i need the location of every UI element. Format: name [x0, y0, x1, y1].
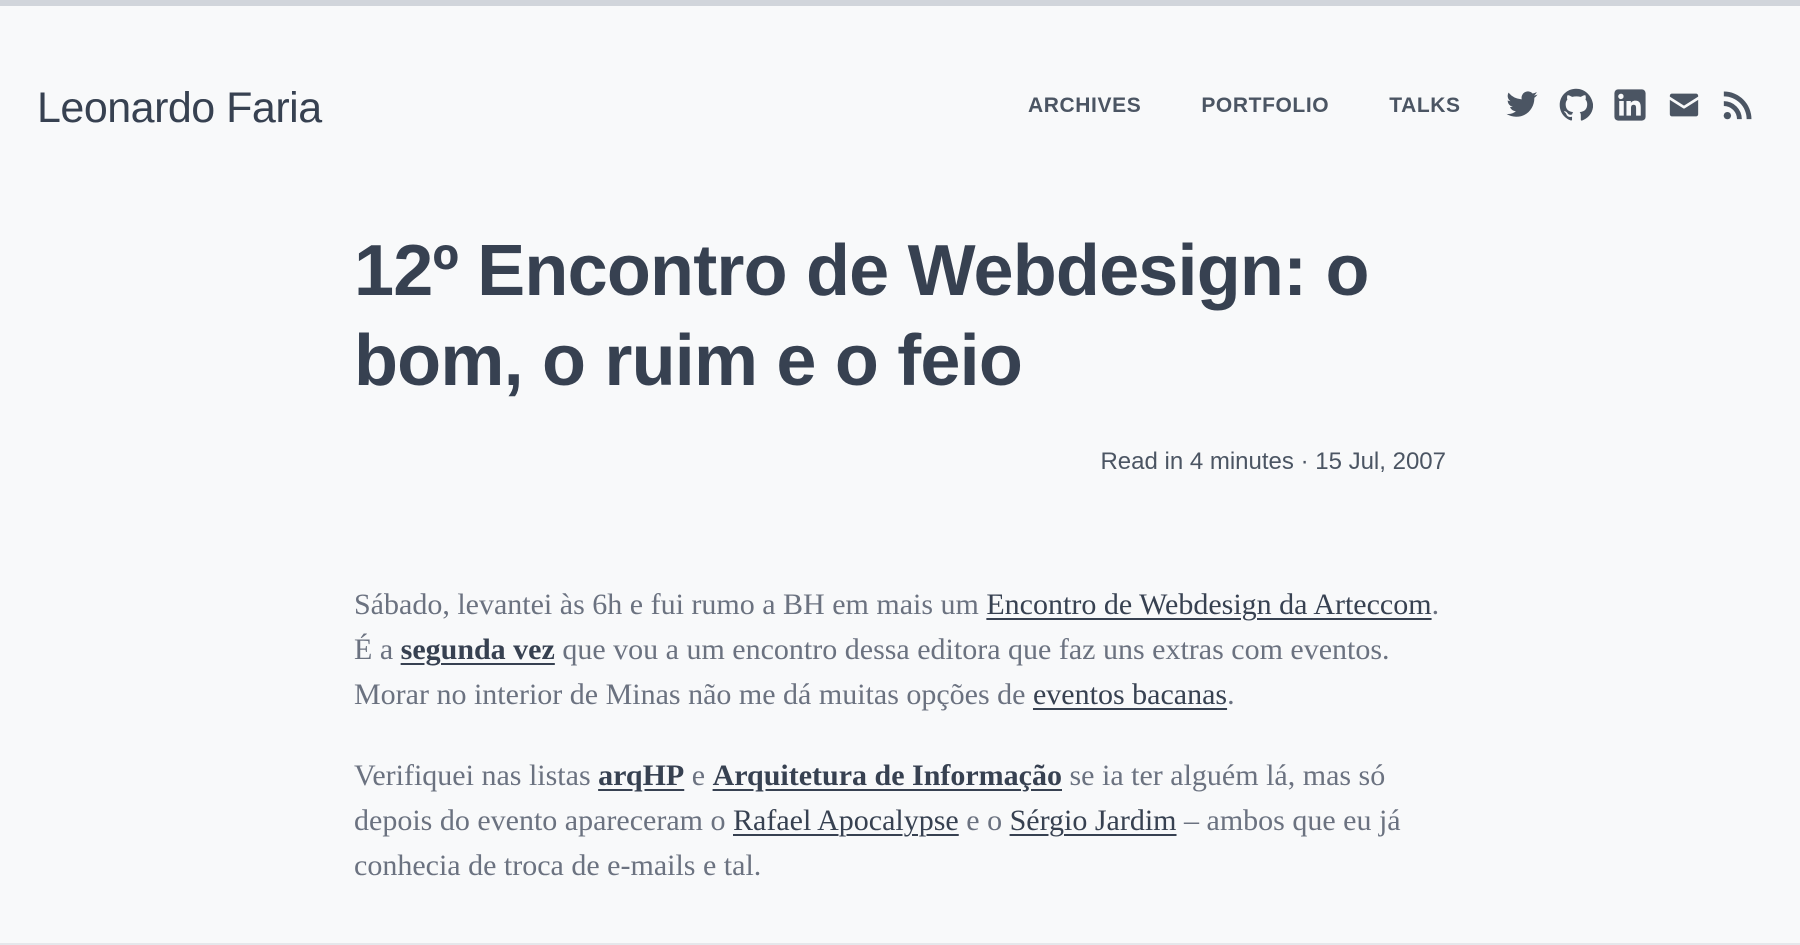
site-title-link[interactable]: Leonardo Faria [37, 82, 322, 134]
paragraph-2: Verifiquei nas listas arqHP e Arquitetur… [354, 753, 1446, 888]
post-meta: Read in 4 minutes · 15 Jul, 2007 [1100, 448, 1446, 475]
github-icon[interactable] [1559, 88, 1593, 122]
paragraph-text: Sábado, levantei às 6h e fui rumo a BH e… [354, 588, 987, 621]
paragraph-text: Verifiquei nas listas [354, 759, 599, 792]
link-segunda-vez[interactable]: segunda vez [401, 633, 555, 666]
paragraph-text: . [1227, 678, 1235, 711]
link-encontro-webdesign[interactable]: Encontro de Webdesign da Arteccom [986, 588, 1431, 621]
linkedin-icon[interactable] [1613, 88, 1647, 122]
paragraph-text: e [684, 759, 713, 792]
link-eventos-bacanas[interactable]: eventos bacanas [1033, 678, 1227, 711]
link-arquitetura-informacao[interactable]: Arquitetura de Informação [713, 759, 1062, 792]
social-links [1505, 88, 1755, 122]
post-body: Sábado, levantei às 6h e fui rumo a BH e… [354, 582, 1446, 924]
twitter-icon[interactable] [1505, 88, 1539, 122]
link-sergio-jardim[interactable]: Sérgio Jardim [1010, 804, 1177, 837]
link-arqhp[interactable]: arqHP [598, 759, 684, 792]
main-nav: ARCHIVES PORTFOLIO TALKS [1028, 92, 1461, 120]
nav-portfolio[interactable]: PORTFOLIO [1201, 92, 1329, 120]
email-icon[interactable] [1667, 88, 1701, 122]
nav-archives[interactable]: ARCHIVES [1028, 92, 1141, 120]
paragraph-1: Sábado, levantei às 6h e fui rumo a BH e… [354, 582, 1446, 717]
post-title: 12º Encontro de Webdesign: o bom, o ruim… [354, 231, 1369, 401]
link-rafael-apocalypse[interactable]: Rafael Apocalypse [733, 804, 959, 837]
site-header: Leonardo Faria ARCHIVES PORTFOLIO TALKS [0, 0, 1800, 180]
rss-icon[interactable] [1721, 88, 1755, 122]
nav-talks[interactable]: TALKS [1389, 92, 1460, 120]
paragraph-text: e o [958, 804, 1010, 837]
